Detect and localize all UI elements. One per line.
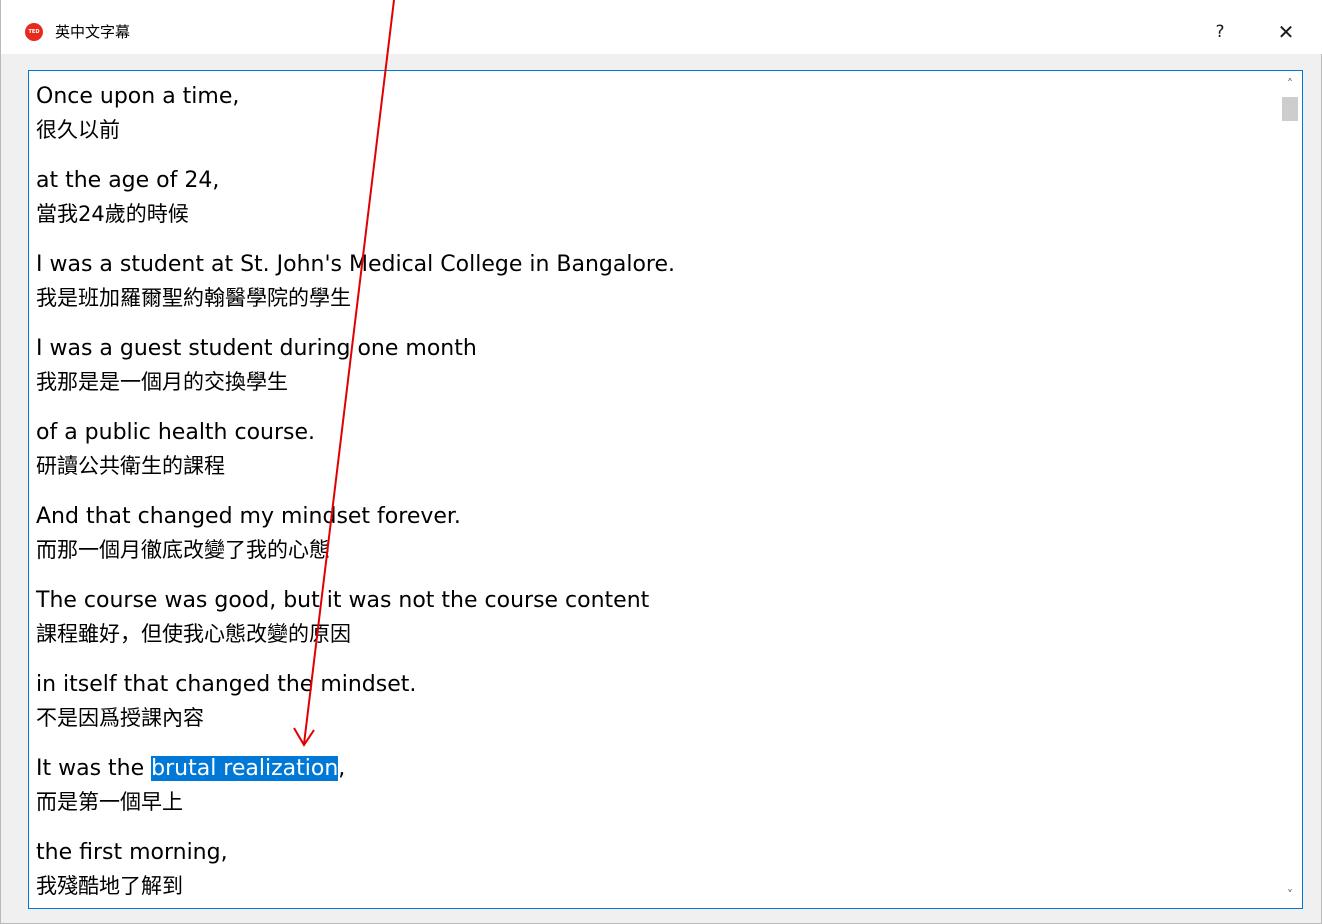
english-line[interactable]: And that changed my mindset forever. [36, 500, 1266, 534]
chinese-line[interactable]: 而那一個月徹底改變了我的心態 [36, 534, 1266, 566]
vertical-scrollbar[interactable]: ˄ ˅ [1278, 71, 1302, 908]
english-text-after: , [338, 756, 346, 781]
chinese-line[interactable]: 課程雖好，但使我心態改變的原因 [36, 618, 1266, 650]
chevron-up-icon[interactable]: ˄ [1278, 73, 1302, 95]
english-line[interactable]: The course was good, but it was not the … [36, 584, 1266, 618]
english-line[interactable]: It was the brutal realization, [36, 752, 1266, 786]
subtitle-item: at the age of 24, 當我24歲的時候 [36, 164, 1266, 248]
subtitle-item: And that changed my mindset forever. 而那一… [36, 500, 1266, 584]
english-line[interactable]: of a public health course. [36, 416, 1266, 450]
chinese-line[interactable]: 我殘酷地了解到 [36, 870, 1266, 902]
subtitle-item: I was a student at St. John's Medical Co… [36, 248, 1266, 332]
chinese-line[interactable]: 我是班加羅爾聖約翰醫學院的學生 [36, 282, 1266, 314]
subtitle-item: The course was good, but it was not the … [36, 584, 1266, 668]
chinese-line[interactable]: 不是因爲授課內容 [36, 702, 1266, 734]
english-line[interactable]: Once upon a time, [36, 80, 1266, 114]
chevron-down-icon[interactable]: ˅ [1278, 884, 1302, 906]
english-line[interactable]: at the age of 24, [36, 164, 1266, 198]
english-text-before: It was the [36, 756, 152, 781]
chinese-line[interactable]: 當我24歲的時候 [36, 198, 1266, 230]
subtitle-item: the first morning, 我殘酷地了解到 [36, 836, 1266, 908]
ted-logo-icon: TED [25, 23, 43, 41]
subtitle-item: I was a guest student during one month 我… [36, 332, 1266, 416]
window-title: 英中文字幕 [55, 23, 131, 41]
subtitle-item: Once upon a time, 很久以前 [36, 80, 1266, 164]
selected-text[interactable]: brutal realization [151, 756, 339, 781]
title-bar[interactable]: TED 英中文字幕 ? ✕ [1, 0, 1322, 54]
chinese-line[interactable]: 很久以前 [36, 114, 1266, 146]
subtitle-window: TED 英中文字幕 ? ✕ Once upon a time, 很久以前 at … [0, 0, 1322, 924]
chinese-line[interactable]: 而是第一個早上 [36, 786, 1266, 818]
english-line[interactable]: the first morning, [36, 836, 1266, 870]
help-button[interactable]: ? [1197, 14, 1243, 50]
close-button[interactable]: ✕ [1263, 14, 1309, 50]
subtitle-text-area[interactable]: Once upon a time, 很久以前 at the age of 24,… [28, 70, 1303, 909]
scroll-thumb[interactable] [1282, 97, 1298, 121]
english-line[interactable]: I was a student at St. John's Medical Co… [36, 248, 1266, 282]
chinese-line[interactable]: 我那是是一個月的交換學生 [36, 366, 1266, 398]
english-line[interactable]: I was a guest student during one month [36, 332, 1266, 366]
chinese-line[interactable]: 研讀公共衛生的課程 [36, 450, 1266, 482]
subtitle-list: Once upon a time, 很久以前 at the age of 24,… [36, 80, 1266, 908]
english-line[interactable]: in itself that changed the mindset. [36, 668, 1266, 702]
subtitle-item: It was the brutal realization, 而是第一個早上 [36, 752, 1266, 836]
subtitle-item: of a public health course. 研讀公共衛生的課程 [36, 416, 1266, 500]
subtitle-item: in itself that changed the mindset. 不是因爲… [36, 668, 1266, 752]
